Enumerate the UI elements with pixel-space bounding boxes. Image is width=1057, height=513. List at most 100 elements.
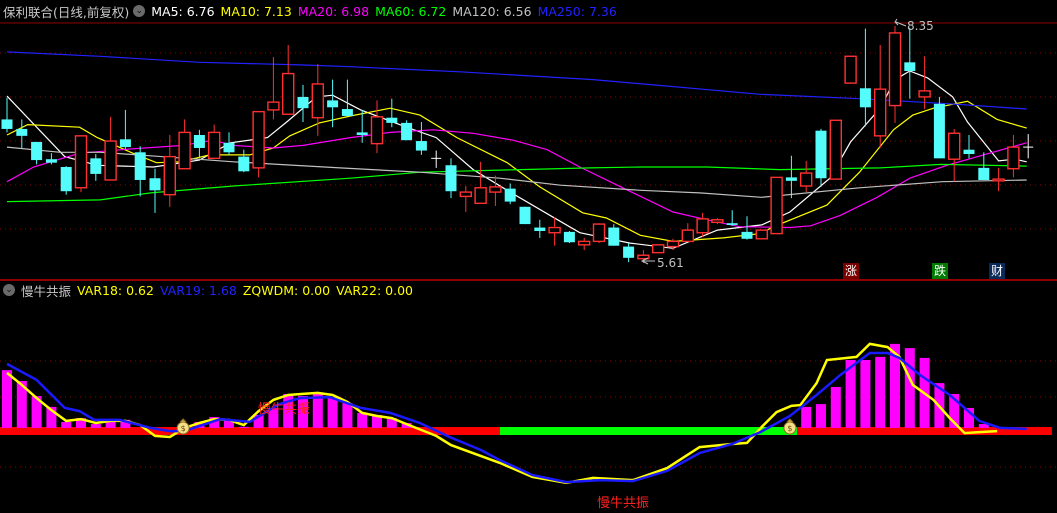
candle-body xyxy=(888,32,902,107)
candle xyxy=(252,110,265,178)
candle xyxy=(370,100,384,154)
var22-label: VAR22: 0.00 xyxy=(336,282,413,298)
var19-label: VAR19: 1.68 xyxy=(159,282,237,298)
candle-body xyxy=(297,96,309,109)
candle xyxy=(592,223,606,244)
indicator-bar xyxy=(342,403,353,428)
ma120-label: MA120: 6.56 xyxy=(452,3,532,19)
money-bag-icon: $ xyxy=(783,418,797,435)
candle xyxy=(16,119,28,148)
dollar-sign-icon: $ xyxy=(181,424,186,433)
money-bag-icon: $ xyxy=(176,418,190,435)
candle xyxy=(785,155,797,199)
candle xyxy=(445,158,457,199)
candle-body xyxy=(238,156,250,172)
candle xyxy=(282,45,295,115)
candle xyxy=(815,128,827,187)
finance-tag[interactable]: 财 xyxy=(989,263,1005,279)
candle-body xyxy=(1,119,13,129)
candle xyxy=(31,141,43,165)
candle xyxy=(608,224,620,246)
candle-body xyxy=(207,131,221,160)
dollar-sign-icon: $ xyxy=(787,424,792,433)
signal-text: 慢牛共振 xyxy=(597,496,650,511)
candle xyxy=(504,183,516,205)
candle xyxy=(149,168,161,213)
candle xyxy=(1023,134,1034,159)
candle xyxy=(800,160,813,193)
candle xyxy=(681,223,694,243)
ma5-label: MA5: 6.76 xyxy=(151,3,215,19)
candle-body xyxy=(623,246,635,258)
fall-tag[interactable]: 跌 xyxy=(932,263,948,279)
candle-body xyxy=(666,240,680,248)
candle-body xyxy=(829,119,842,180)
zqwdm-label: ZQWDM: 0.00 xyxy=(242,282,331,298)
candle-body xyxy=(904,62,916,71)
candle xyxy=(341,79,353,117)
candle-body xyxy=(134,152,146,180)
candle-body xyxy=(178,131,191,170)
candle xyxy=(401,120,413,141)
candle xyxy=(933,96,945,159)
candle-body xyxy=(726,223,738,225)
candle-body xyxy=(755,229,768,240)
candle-body xyxy=(992,178,1005,182)
candle-body xyxy=(963,149,975,155)
candle-body xyxy=(163,155,177,196)
indicator-title: 慢牛共振 xyxy=(21,283,72,299)
candle xyxy=(992,167,1005,192)
candle-body xyxy=(356,132,368,135)
chart-title: 保利联合(日线,前复权) xyxy=(3,4,130,20)
indicator-bar xyxy=(238,426,249,428)
indicator-bar xyxy=(61,421,72,428)
candle xyxy=(178,119,191,170)
candle xyxy=(741,216,753,240)
rise-tag[interactable]: 涨 xyxy=(843,263,859,279)
candle-body xyxy=(327,100,339,108)
candle xyxy=(726,210,738,226)
candle-body xyxy=(504,188,516,202)
candle xyxy=(534,219,546,238)
candle xyxy=(193,129,205,159)
money-bag-tie xyxy=(786,418,794,423)
main-chart-header: 保利联合(日线,前复权) ⌄ MA5: 6.76 MA10: 7.13 MA20… xyxy=(0,1,623,21)
ma-line-ma5 xyxy=(6,70,1027,249)
candle-body xyxy=(741,231,753,239)
candle xyxy=(90,154,102,181)
candle xyxy=(459,186,472,212)
chevron-down-icon[interactable]: ⌄ xyxy=(133,5,146,17)
candle xyxy=(874,45,887,148)
stock-chart[interactable]: $ $ xyxy=(0,0,1057,513)
ma250-label: MA250: 7.36 xyxy=(537,3,617,19)
candle xyxy=(415,122,427,155)
candle-body xyxy=(252,110,265,169)
candle xyxy=(1007,134,1020,178)
chevron-down-icon[interactable]: ⌄ xyxy=(3,284,15,296)
indicator-bar xyxy=(830,386,841,428)
indicator-bar xyxy=(904,348,915,428)
candle xyxy=(267,57,280,120)
candle xyxy=(207,124,221,160)
candle-body xyxy=(267,101,280,111)
candle-body xyxy=(918,90,931,98)
candle-body xyxy=(311,83,324,119)
zero-band-green xyxy=(499,427,798,435)
candle xyxy=(548,217,561,246)
candle-body xyxy=(933,103,945,159)
candle-body xyxy=(31,141,43,161)
low-price-label: 5.61 xyxy=(657,256,684,270)
candle xyxy=(297,84,309,123)
candle-body xyxy=(800,172,813,187)
candle-body xyxy=(149,178,161,191)
candle xyxy=(60,166,72,195)
candle-body xyxy=(815,130,827,179)
candle-body xyxy=(370,116,384,145)
candle-body xyxy=(223,142,235,153)
candle-body xyxy=(563,231,575,243)
candle xyxy=(578,237,591,251)
candle-body xyxy=(119,139,131,148)
candle xyxy=(519,206,531,225)
candle xyxy=(1,97,13,133)
candle-body xyxy=(711,219,724,224)
